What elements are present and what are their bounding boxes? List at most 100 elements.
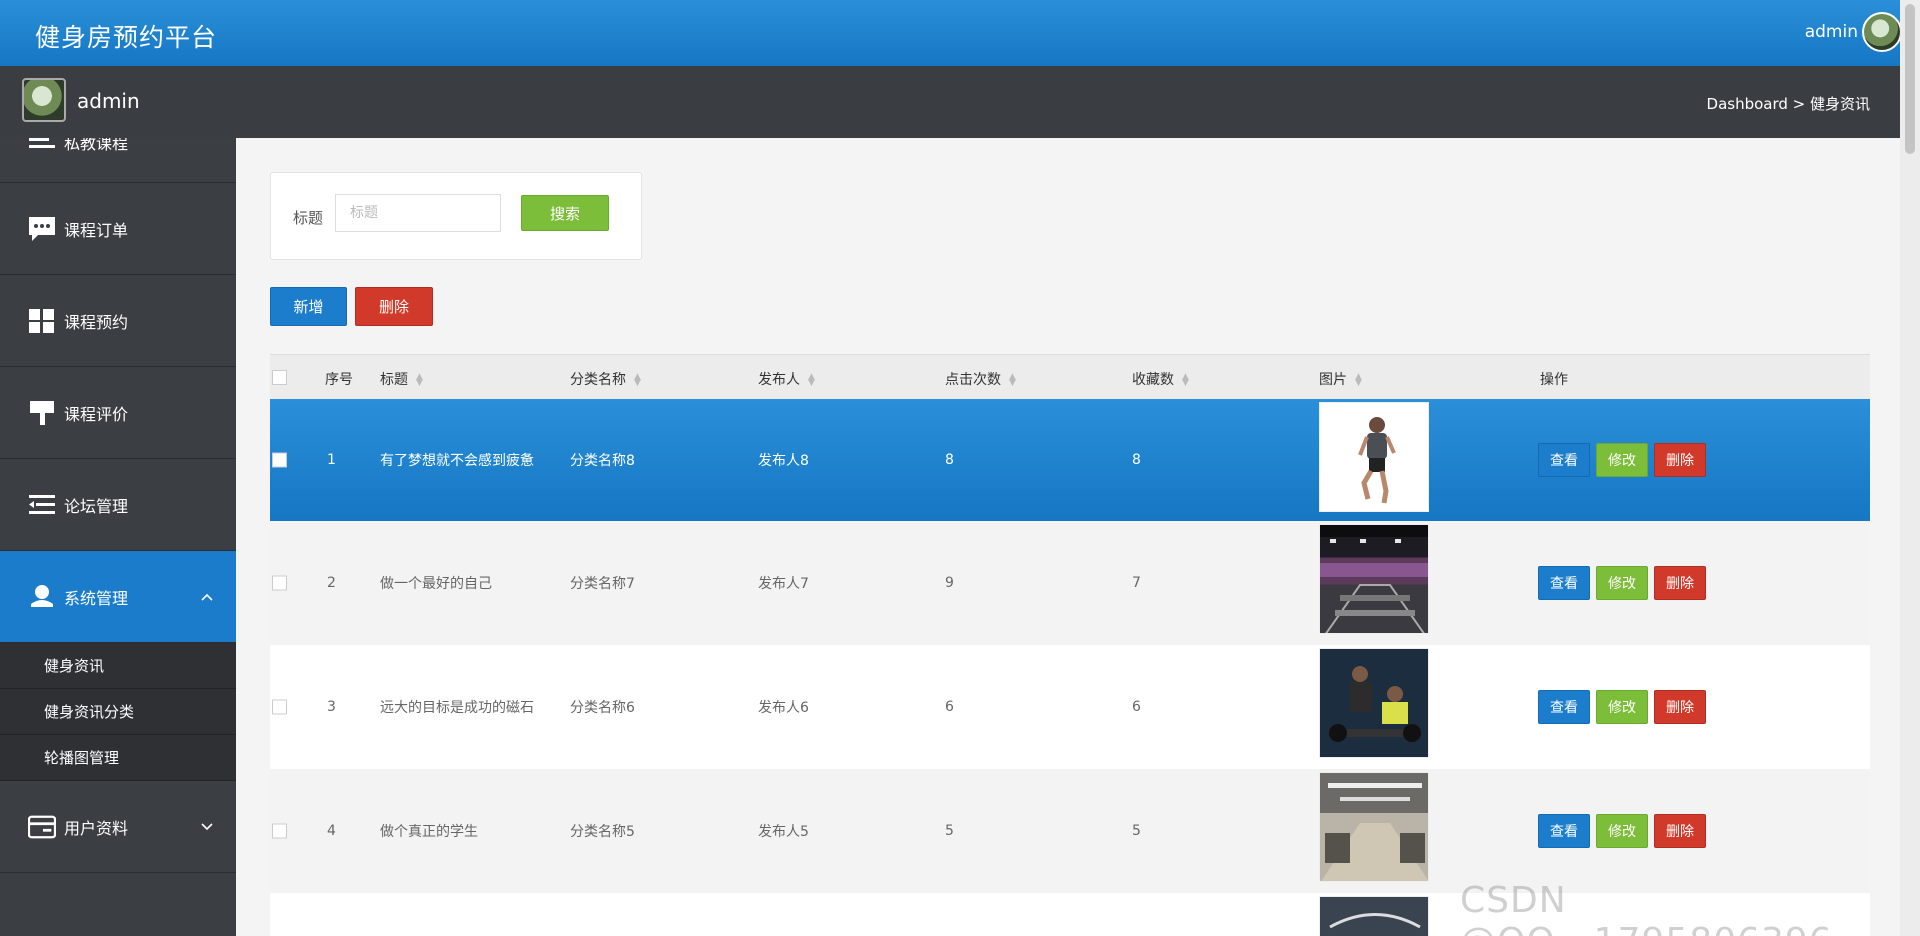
cell-publisher: 发布人8 <box>758 453 809 469</box>
table-header: 序号 标题 ▲ ▼ 分类名称 ▲ ▼ 发布人 ▲ ▼ 点击次数 ▲ ▼ 收藏数 ▲ ▼ 图片 ▲ ▼ 操… <box>270 354 1870 399</box>
avatar <box>22 78 66 122</box>
top-avatar[interactable] <box>1862 12 1902 52</box>
training-image <box>1320 649 1428 757</box>
news-thumbnail[interactable] <box>1319 648 1429 758</box>
row-checkbox[interactable] <box>272 575 287 591</box>
select-all-checkbox[interactable] <box>272 370 287 385</box>
sidebar-item-forum[interactable]: 论坛管理 <box>0 459 236 551</box>
cell-index: 1 <box>327 452 336 468</box>
delete-button[interactable]: 删除 <box>1654 566 1706 600</box>
sidebar-item-label: 用户资料 <box>64 818 129 838</box>
view-button[interactable]: 查看 <box>1538 566 1590 600</box>
sidebar-item-system[interactable]: 系统管理 <box>0 551 236 643</box>
edit-button[interactable]: 修改 <box>1596 690 1648 724</box>
col-favorites[interactable]: 收藏数 ▲ ▼ <box>1132 369 1189 389</box>
table-row[interactable]: 1 有了梦想就不会感到疲惫 分类名称8 发布人8 8 8 查看 修改 删除 <box>270 399 1870 521</box>
view-button[interactable]: 查看 <box>1538 690 1590 724</box>
edit-button[interactable]: 修改 <box>1596 566 1648 600</box>
gym-hall-image <box>1320 773 1428 881</box>
search-input[interactable] <box>335 194 501 232</box>
table-row[interactable]: 2 做一个最好的自己 分类名称7 发布人7 9 7 查看 修改 删除 <box>270 521 1870 645</box>
batch-delete-button[interactable]: 删除 <box>355 287 433 326</box>
edit-button[interactable]: 修改 <box>1596 814 1648 848</box>
table-row[interactable]: 4 做个真正的学生 分类名称5 发布人5 5 5 查看 修改 删除 <box>270 769 1870 893</box>
breadcrumb: Dashboard > 健身资讯 <box>1706 95 1870 113</box>
cell-category: 分类名称8 <box>570 453 635 469</box>
cell-clicks: 9 <box>945 575 954 591</box>
row-actions: 查看 修改 删除 <box>1538 443 1728 477</box>
sidebar-subitem-fitness-news[interactable]: 健身资讯 <box>0 643 236 689</box>
col-category[interactable]: 分类名称 ▲ ▼ <box>570 369 641 389</box>
row-checkbox[interactable] <box>272 823 287 839</box>
cell-publisher: 发布人5 <box>758 824 809 840</box>
view-button[interactable]: 查看 <box>1538 443 1590 477</box>
top-bar: 健身房预约平台 admin <box>0 0 1920 66</box>
news-thumbnail[interactable] <box>1319 772 1429 882</box>
cell-title: 做个真正的学生 <box>380 824 478 840</box>
sidebar-item-course-booking[interactable]: 课程预约 <box>0 275 236 367</box>
cell-index: 3 <box>327 699 336 715</box>
cell-favorites: 5 <box>1132 823 1141 839</box>
news-thumbnail[interactable] <box>1319 896 1429 936</box>
cell-clicks: 6 <box>945 699 954 715</box>
card-icon <box>28 815 56 838</box>
cell-title: 远大的目标是成功的磁石 <box>380 700 534 716</box>
gym-image <box>1320 897 1428 936</box>
chevron-up-icon <box>201 593 213 601</box>
cell-favorites: 6 <box>1132 699 1141 715</box>
col-publisher[interactable]: 发布人 ▲ ▼ <box>758 369 815 389</box>
top-username[interactable]: admin <box>1805 22 1858 42</box>
edit-button[interactable]: 修改 <box>1596 443 1648 477</box>
cell-publisher: 发布人6 <box>758 700 809 716</box>
news-thumbnail[interactable] <box>1319 524 1429 634</box>
sidebar-item-label: 系统管理 <box>64 588 129 608</box>
cell-favorites: 7 <box>1132 575 1141 591</box>
row-checkbox[interactable] <box>272 452 287 468</box>
user-icon <box>31 584 53 607</box>
chat-icon <box>29 216 55 241</box>
sidebar-item-course-review[interactable]: 课程评价 <box>0 367 236 459</box>
list-icon <box>29 138 55 148</box>
row-actions: 查看 修改 删除 <box>1538 690 1728 724</box>
view-button[interactable]: 查看 <box>1538 814 1590 848</box>
sidebar-item-course-orders[interactable]: 课程订单 <box>0 183 236 275</box>
watermark: CSDN @QQ__1795806396 <box>1460 880 1832 936</box>
news-table: 序号 标题 ▲ ▼ 分类名称 ▲ ▼ 发布人 ▲ ▼ 点击次数 ▲ ▼ 收藏数 ▲ ▼ 图片 ▲ ▼ 操… <box>270 354 1870 936</box>
sort-icon[interactable]: ▲ ▼ <box>634 373 641 388</box>
row-checkbox[interactable] <box>272 699 287 715</box>
sidebar-item-label: 课程评价 <box>64 404 129 424</box>
sidebar-item-user-profile[interactable]: 用户资料 <box>0 781 236 873</box>
sidebar-subitem-carousel[interactable]: 轮播图管理 <box>0 735 236 781</box>
sidebar-item-private-course[interactable]: 私教课程 <box>0 138 236 183</box>
sort-icon[interactable]: ▲ ▼ <box>1009 373 1016 388</box>
scrollbar-thumb[interactable] <box>1905 4 1915 154</box>
col-clicks[interactable]: 点击次数 ▲ ▼ <box>945 369 1016 389</box>
search-button[interactable]: 搜索 <box>521 195 609 231</box>
row-actions: 查看 修改 删除 <box>1538 566 1728 600</box>
add-button[interactable]: 新增 <box>270 287 347 326</box>
delete-button[interactable]: 删除 <box>1654 443 1706 477</box>
sidebar-item-label: 课程订单 <box>64 220 129 240</box>
sort-icon[interactable]: ▲ ▼ <box>1182 373 1189 388</box>
sub-bar: admin Dashboard > 健身资讯 <box>0 66 1900 138</box>
cell-index: 2 <box>327 575 336 591</box>
sort-icon[interactable]: ▲ ▼ <box>808 373 815 388</box>
sort-icon[interactable]: ▲ ▼ <box>416 373 423 388</box>
page-scrollbar[interactable] <box>1900 0 1920 936</box>
gym-interior-image <box>1320 525 1428 633</box>
table-row[interactable]: 3 远大的目标是成功的磁石 分类名称6 发布人6 6 6 查看 修改 删除 <box>270 645 1870 769</box>
col-image[interactable]: 图片 ▲ ▼ <box>1319 369 1362 389</box>
search-panel: 标题 搜索 <box>270 172 642 260</box>
cell-index: 4 <box>327 823 336 839</box>
sidebar-subitem-news-category[interactable]: 健身资讯分类 <box>0 689 236 735</box>
sidebar-username: admin <box>77 89 140 113</box>
news-thumbnail[interactable] <box>1319 402 1429 512</box>
delete-button[interactable]: 删除 <box>1654 690 1706 724</box>
sort-icon[interactable]: ▲ ▼ <box>1355 373 1362 388</box>
chevron-down-icon <box>201 822 213 830</box>
search-label: 标题 <box>293 209 324 227</box>
delete-button[interactable]: 删除 <box>1654 814 1706 848</box>
col-title[interactable]: 标题 ▲ ▼ <box>380 369 423 389</box>
sidebar-item-label: 论坛管理 <box>64 496 129 516</box>
sidebar: 私教课程 课程订单 课程预约 课程评价 论坛管理 系统管理 健身资讯 健身资讯分… <box>0 138 236 936</box>
